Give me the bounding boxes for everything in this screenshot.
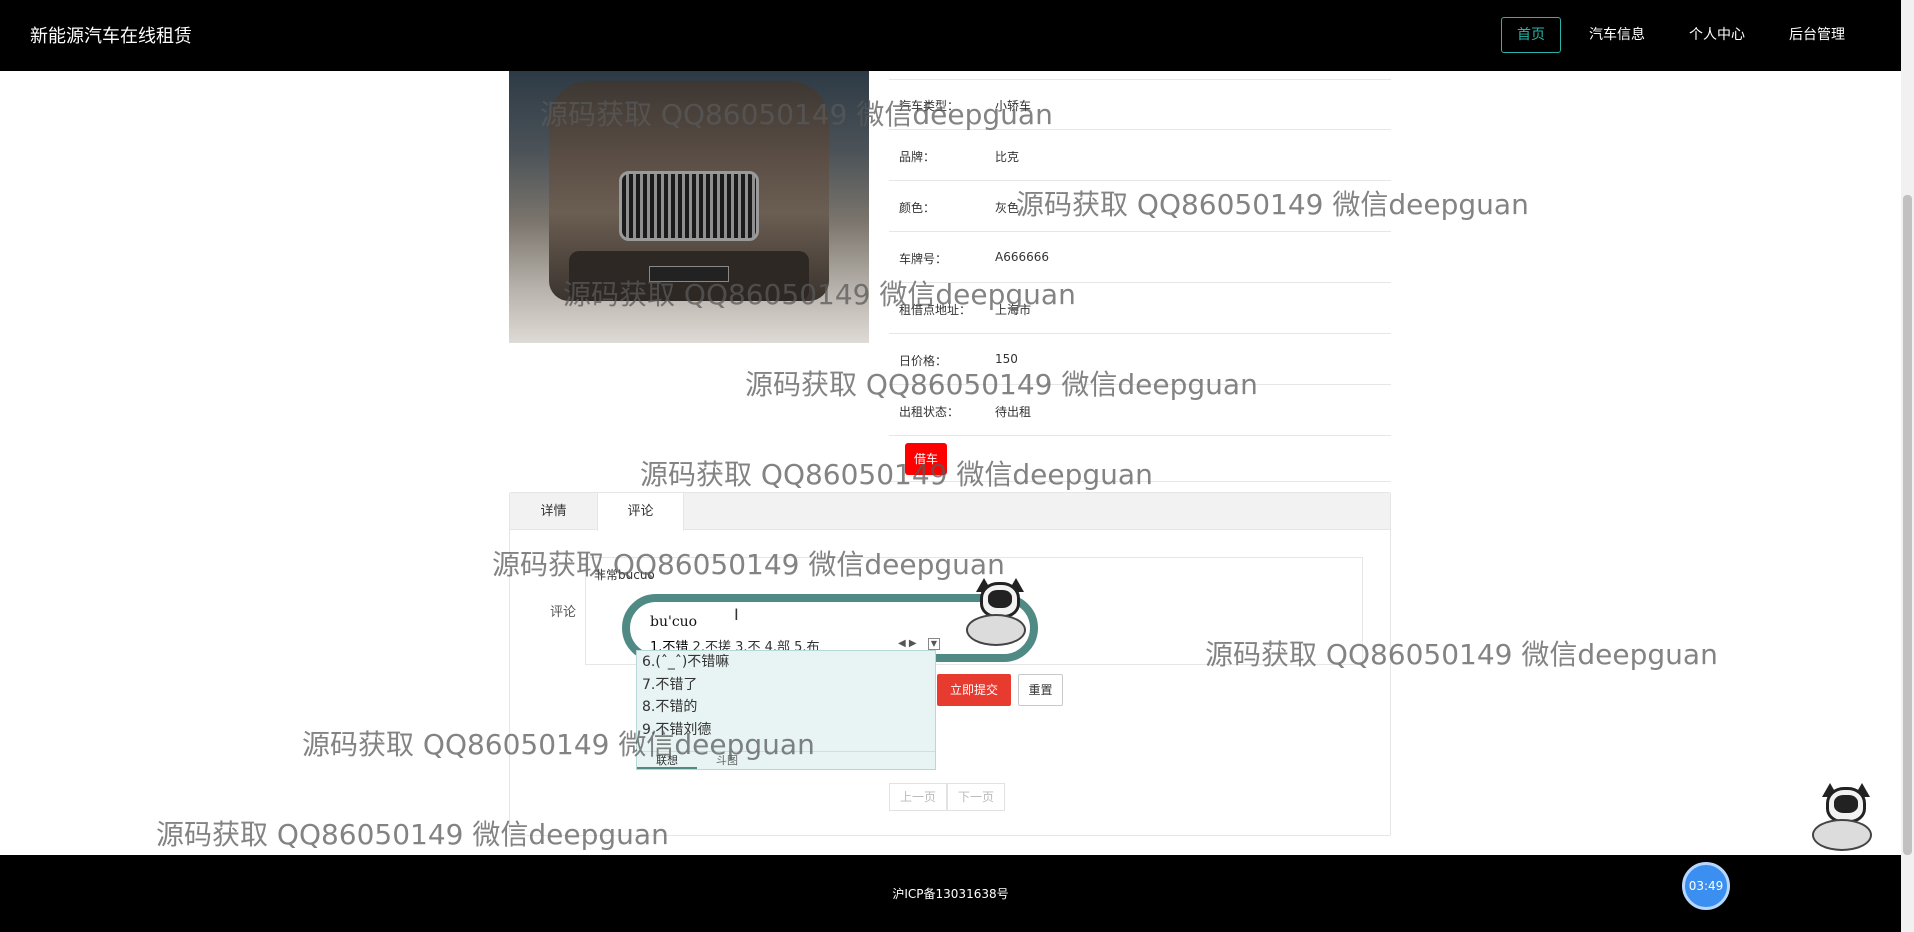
page-scrollbar[interactable] bbox=[1901, 0, 1914, 932]
icp-record[interactable]: 沪ICP备13031638号 bbox=[0, 885, 1901, 902]
ime-page-arrows-icon[interactable]: ◀ ▶ bbox=[898, 638, 917, 649]
info-key: 品牌： bbox=[899, 150, 936, 164]
top-navbar: 新能源汽车在线租赁 首页 汽车信息 个人中心 后台管理 bbox=[0, 0, 1901, 71]
next-page-button[interactable]: 下一页 bbox=[947, 783, 1006, 811]
watermark-text: 源码获取 QQ86050149 微信deepguan bbox=[745, 368, 1258, 401]
prev-page-button[interactable]: 上一页 bbox=[889, 783, 948, 811]
info-value: 比克 bbox=[995, 150, 1020, 164]
nav-item-car-info[interactable]: 汽车信息 bbox=[1573, 17, 1661, 53]
tab-details[interactable]: 详情 bbox=[510, 493, 597, 530]
watermark-text: 源码获取 QQ86050149 微信deepguan bbox=[492, 548, 1005, 581]
scrollbar-thumb[interactable] bbox=[1903, 195, 1912, 855]
pagination: 上一页 下一页 bbox=[889, 783, 1006, 811]
text-cursor-icon: Ι bbox=[734, 605, 739, 624]
ime-list-item[interactable]: 8.不错的 bbox=[637, 696, 935, 719]
watermark-text: 源码获取 QQ86050149 微信deepguan bbox=[302, 728, 815, 761]
watermark-text: 源码获取 QQ86050149 微信deepguan bbox=[1016, 188, 1529, 221]
site-brand[interactable]: 新能源汽车在线租赁 bbox=[30, 22, 192, 48]
info-row-brand: 品牌： 比克 bbox=[889, 130, 1391, 181]
watermark-text: 源码获取 QQ86050149 微信deepguan bbox=[1205, 638, 1718, 671]
watermark-text: 源码获取 QQ86050149 微信deepguan bbox=[156, 818, 669, 851]
watermark-text: 源码获取 QQ86050149 微信deepguan bbox=[563, 278, 1076, 311]
info-value: A666666 bbox=[995, 250, 1050, 264]
main-nav: 首页 汽车信息 个人中心 后台管理 bbox=[1501, 17, 1861, 53]
info-key: 颜色： bbox=[899, 201, 936, 215]
clock-badge[interactable]: 03:49 bbox=[1682, 862, 1730, 910]
ime-pinyin: bu'cuo bbox=[650, 614, 698, 630]
info-key: 车牌号： bbox=[899, 252, 948, 266]
floating-mascot-icon[interactable] bbox=[1808, 783, 1878, 855]
nav-item-personal-center[interactable]: 个人中心 bbox=[1673, 17, 1761, 53]
ime-mascot-icon bbox=[962, 578, 1032, 650]
tab-bar: 详情 评论 bbox=[510, 493, 1390, 531]
ime-expand-icon[interactable]: ▼ bbox=[928, 638, 940, 650]
ime-list-item[interactable]: 7.不错了 bbox=[637, 674, 935, 697]
watermark-text: 源码获取 QQ86050149 微信deepguan bbox=[640, 458, 1153, 491]
info-key: 出租状态： bbox=[899, 405, 960, 419]
car-grille-shape bbox=[619, 171, 759, 241]
ime-list-item[interactable]: 6.(ˆ_ˆ)不错嘛 bbox=[637, 651, 935, 674]
watermark-text: 源码获取 QQ86050149 微信deepguan bbox=[540, 98, 1053, 131]
comment-label: 评论 bbox=[550, 605, 577, 620]
footer: 沪ICP备13031638号 bbox=[0, 855, 1901, 932]
nav-item-home[interactable]: 首页 bbox=[1501, 17, 1561, 53]
nav-item-admin[interactable]: 后台管理 bbox=[1773, 17, 1861, 53]
tab-comments[interactable]: 评论 bbox=[597, 493, 684, 531]
info-value: 待出租 bbox=[995, 405, 1032, 419]
